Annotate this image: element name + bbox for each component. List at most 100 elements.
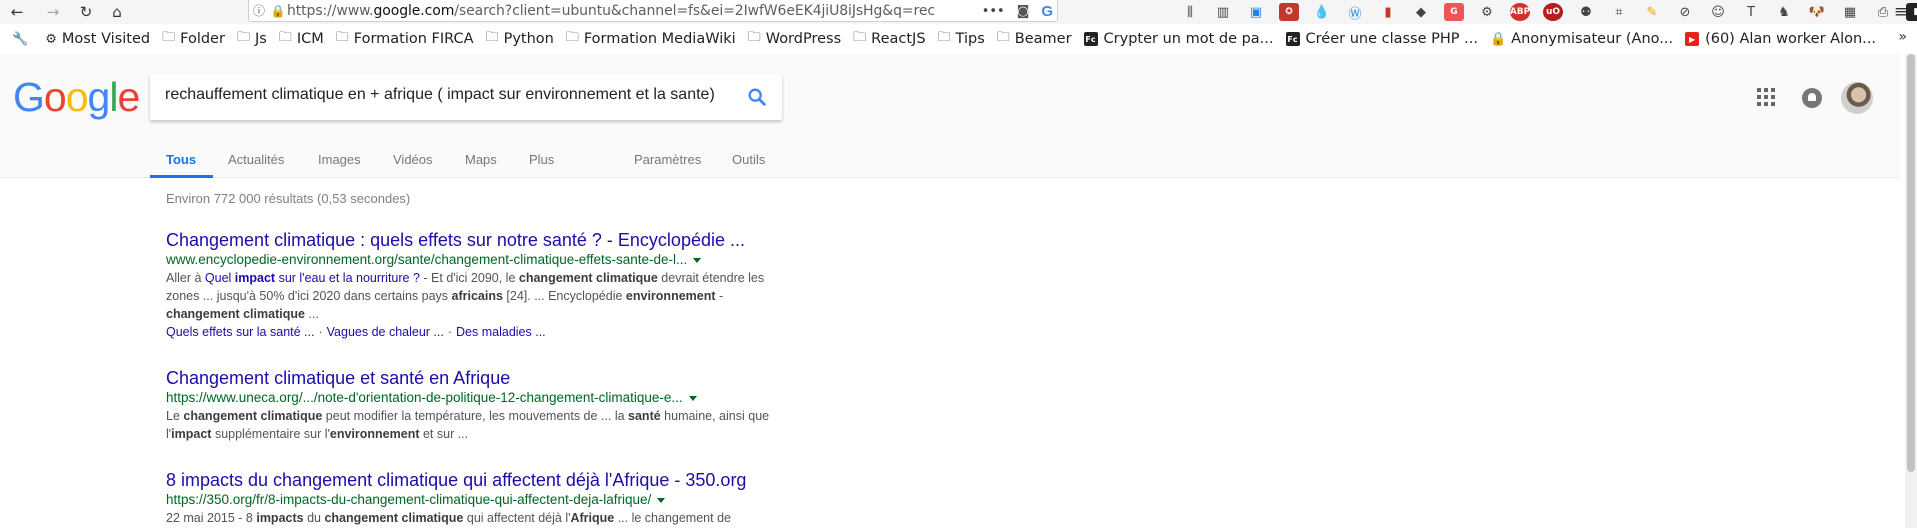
bookmark-link[interactable]: ▶ (60) Alan worker Alon...	[1679, 31, 1882, 47]
page-actions-icon[interactable]: •••	[982, 4, 1005, 19]
tab-actualites[interactable]: Actualités	[228, 152, 284, 167]
forward-arrow-icon[interactable]: →	[42, 1, 64, 23]
result-snippet: Le changement climatique peut modifier l…	[166, 409, 770, 441]
tab-images[interactable]: Images	[318, 152, 361, 167]
bookmarks-overflow-button[interactable]: »	[1898, 29, 1907, 45]
save-icon[interactable]: ▣	[1246, 3, 1266, 21]
fc-icon: Fc	[1083, 32, 1098, 46]
folder-icon: 🗀	[937, 30, 951, 45]
folder-icon: 🗀	[996, 30, 1010, 45]
folder-icon: 🗀	[335, 30, 349, 45]
pencil-icon[interactable]: ✎	[1642, 3, 1662, 21]
emoji-icon[interactable]: ☺	[1708, 3, 1728, 21]
lock-icon[interactable]: 🔒	[269, 4, 287, 18]
url-text[interactable]: https://www.google.com/search?client=ubu…	[287, 3, 987, 19]
ubuntu-icon[interactable]: ✪	[1279, 3, 1299, 21]
google-header: Google Tous Actualités Images Vidéos Map…	[0, 54, 1900, 178]
jump-link[interactable]: Quel impact sur l'eau et la nourriture ?	[205, 271, 420, 285]
back-arrow-icon[interactable]: ←	[6, 1, 28, 23]
google-logo[interactable]: Google	[13, 74, 140, 121]
folder-icon: 🗀	[236, 30, 250, 45]
bookmark-folder[interactable]: 🗀 WordPress	[742, 28, 847, 50]
search-result: Changement climatique et santé en Afriqu…	[166, 367, 796, 443]
url-dropdown-icon[interactable]	[693, 257, 702, 263]
url-dropdown-icon[interactable]	[657, 497, 666, 503]
reload-icon[interactable]: ↻	[75, 1, 97, 23]
search-box	[150, 74, 782, 120]
grid-icon[interactable]: ▦	[1840, 3, 1860, 21]
tab-videos[interactable]: Vidéos	[393, 152, 433, 167]
bookmark-folder[interactable]: 🗀 ICM	[273, 28, 330, 50]
bookmark-folder[interactable]: 🗀 Tips	[932, 28, 991, 50]
result-title-link[interactable]: 8 impacts du changement climatique qui a…	[166, 469, 796, 491]
pocket-icon[interactable]: ◙	[1017, 4, 1030, 19]
bookmark-most-visited[interactable]: ⚙ Most Visited	[39, 31, 156, 47]
bird-icon[interactable]: ◆	[1411, 3, 1431, 21]
result-sitelinks: Quels effets sur la santé ... · Vagues de …	[166, 325, 546, 339]
search-result: Changement climatique : quels effets sur…	[166, 229, 796, 341]
text-icon[interactable]: T	[1741, 3, 1761, 21]
folder-icon: 🗀	[747, 30, 761, 45]
bookmark-link[interactable]: Fc Crypter un mot de pa...	[1078, 31, 1280, 47]
sidebar-icon[interactable]: ▥	[1213, 3, 1233, 21]
battery-icon[interactable]: ▮	[1378, 3, 1398, 21]
result-title-link[interactable]: Changement climatique : quels effets sur…	[166, 229, 796, 251]
bookmark-folder[interactable]: 🗀 ReactJS	[847, 28, 931, 50]
ublock-icon[interactable]: uO	[1543, 3, 1563, 21]
adblock-icon[interactable]: ABP	[1510, 3, 1530, 21]
url-bar[interactable]: ⓘ 🔒 https://www.google.com/search?client…	[248, 0, 1058, 22]
tab-parametres[interactable]: Paramètres	[634, 152, 701, 167]
search-icon[interactable]	[746, 86, 768, 108]
folder-icon: 🗀	[278, 30, 292, 45]
bookmark-folder[interactable]: 🗀 Formation MediaWiki	[560, 28, 742, 50]
gear-icon: ⚙	[45, 31, 57, 47]
dog-icon[interactable]: 🐶	[1807, 3, 1827, 21]
bookmarks-bar: 🔧 ⚙ Most Visited 🗀 Folder 🗀 Js 🗀 ICM 🗀 Format…	[0, 27, 1917, 51]
result-title-link[interactable]: Changement climatique et santé en Afriqu…	[166, 367, 796, 389]
grammarly-icon[interactable]: G	[1444, 3, 1464, 21]
search-input[interactable]	[165, 86, 725, 104]
notifications-bell-icon[interactable]	[1802, 88, 1822, 108]
bookmarks-wrench-icon[interactable]: 🔧	[0, 32, 39, 47]
avatar[interactable]	[1841, 82, 1873, 114]
folder-icon: 🗀	[853, 30, 867, 45]
bookmark-folder[interactable]: 🗀 Js	[231, 28, 273, 50]
bookmark-folder[interactable]: 🗀 Python	[480, 28, 560, 50]
result-url: https://350.org/fr/8-impacts-du-changeme…	[166, 491, 796, 509]
bookmark-folder[interactable]: 🗀 Folder	[156, 28, 231, 50]
bookmark-link[interactable]: Fc Créer une classe PHP ...	[1280, 31, 1484, 47]
tab-outils[interactable]: Outils	[732, 152, 765, 167]
active-tab-indicator	[150, 175, 213, 178]
wordpress-icon[interactable]: Ⓦ	[1345, 3, 1365, 22]
people-icon[interactable]: ⚉	[1576, 3, 1596, 21]
info-icon[interactable]: ⓘ	[249, 2, 269, 19]
search-result: 8 impacts du changement climatique qui a…	[166, 469, 796, 527]
tab-tous[interactable]: Tous	[166, 152, 196, 167]
fc-icon: Fc	[1285, 32, 1300, 46]
bookmark-folder[interactable]: 🗀 Formation FIRCA	[330, 28, 480, 50]
apps-grid-icon[interactable]	[1757, 88, 1775, 106]
drop-icon[interactable]: 💧	[1312, 3, 1332, 21]
library-icon[interactable]: ⫼	[1180, 3, 1200, 21]
result-url: www.encyclopedie-environnement.org/sante…	[166, 251, 796, 269]
lock-icon: 🔒	[1489, 31, 1507, 47]
sitelink[interactable]: Des maladies ...	[456, 325, 546, 339]
tab-maps[interactable]: Maps	[465, 152, 497, 167]
home-icon[interactable]: ⌂	[106, 1, 128, 23]
nosound-icon[interactable]: ⊘	[1675, 3, 1695, 21]
menu-icon[interactable]: ≡	[1890, 1, 1912, 23]
crop-icon[interactable]: ⌗	[1609, 3, 1629, 21]
sitelink[interactable]: Vagues de chaleur ...	[327, 325, 444, 339]
url-dropdown-icon[interactable]	[688, 395, 697, 401]
scrollbar-thumb[interactable]	[1907, 54, 1915, 472]
kangaroo-icon[interactable]: ♞	[1774, 3, 1794, 21]
page-scrollbar[interactable]	[1905, 54, 1917, 528]
settings-gear-icon[interactable]: ⚙	[1477, 3, 1497, 21]
bookmark-link[interactable]: 🔒 Anonymisateur (Ano...	[1484, 31, 1679, 47]
bookmark-folder[interactable]: 🗀 Beamer	[991, 28, 1078, 50]
folder-icon: 🗀	[485, 30, 499, 45]
google-search-engine-icon[interactable]: G	[1041, 3, 1053, 20]
result-snippet: 22 mai 2015 - 8 impacts du changement cl…	[166, 511, 731, 525]
sitelink[interactable]: Quels effets sur la santé ...	[166, 325, 314, 339]
tab-plus[interactable]: Plus	[529, 152, 554, 167]
